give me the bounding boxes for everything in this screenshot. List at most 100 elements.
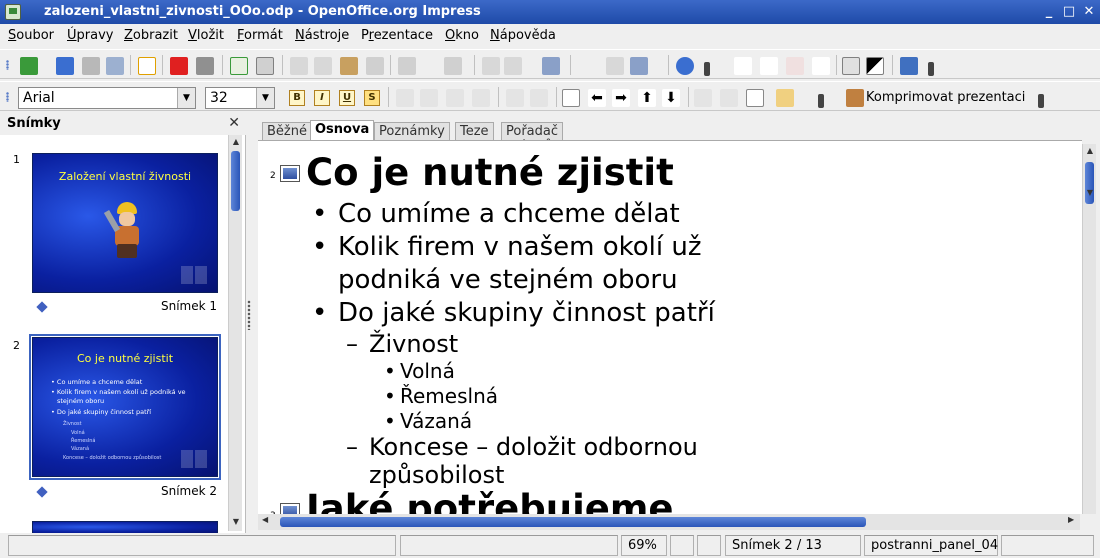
scroll-up-icon[interactable]: ▲: [229, 135, 243, 149]
scroll-left-icon[interactable]: ◀: [262, 515, 268, 524]
menu-okno[interactable]: Okno: [445, 28, 479, 43]
align-right-icon[interactable]: [446, 89, 464, 107]
slide-thumbnail-2[interactable]: Co je nutné zjistit • Co umíme a chceme …: [29, 334, 221, 480]
status-layout[interactable]: postranni_panel_04: [864, 535, 998, 556]
outline-view[interactable]: 2 Co je nutné zjistit • Co umíme a chcem…: [258, 140, 1082, 514]
slideshow-icon[interactable]: [900, 57, 918, 75]
scroll-right-icon[interactable]: ▶: [1068, 515, 1074, 524]
shadow-button[interactable]: S: [364, 90, 380, 106]
outline-bullet[interactable]: •: [312, 298, 327, 328]
outline-item[interactable]: Vázaná: [400, 409, 472, 433]
chart-icon[interactable]: [482, 57, 500, 75]
toolbar-overflow-icon-3[interactable]: [818, 94, 824, 108]
slide-icon[interactable]: [280, 165, 300, 182]
arrow-down-icon[interactable]: ⬇: [662, 89, 680, 107]
toolbar-grip-icon-2[interactable]: [6, 92, 9, 102]
font-name-combo[interactable]: Arial ▼: [18, 87, 196, 109]
minimize-icon[interactable]: _: [1040, 3, 1058, 21]
undo-icon[interactable]: [398, 57, 416, 75]
outline-format-icon[interactable]: [812, 57, 830, 75]
email-icon[interactable]: [106, 57, 124, 75]
outline-vertical-scrollbar[interactable]: ▲ ▼: [1082, 144, 1096, 514]
outline-bullet[interactable]: •: [312, 232, 327, 262]
outline-item[interactable]: Živnost: [369, 330, 458, 358]
copy-icon[interactable]: [314, 57, 332, 75]
toolbar-overflow-icon-2[interactable]: [928, 62, 934, 76]
paragraph-icon[interactable]: [720, 89, 738, 107]
outline-title[interactable]: Jaké potřebujeme: [306, 487, 674, 514]
status-zoom[interactable]: 69%: [621, 535, 667, 556]
outline-horizontal-scrollbar[interactable]: ◀ ▶: [258, 514, 1080, 530]
autospellcheck-icon[interactable]: [256, 57, 274, 75]
outline-item[interactable]: Co umíme a chceme dělat: [338, 199, 680, 229]
outline-bullet[interactable]: •: [312, 199, 327, 229]
edit-file-icon[interactable]: [138, 57, 156, 75]
outline-item[interactable]: Kolik firem v našem okolí už: [338, 232, 702, 262]
outline-bullet[interactable]: •: [384, 409, 396, 433]
toolbar-overflow-icon-4[interactable]: [1038, 94, 1044, 108]
status-insert-mode[interactable]: [670, 535, 694, 556]
bullets-numbering-icon[interactable]: [746, 89, 764, 107]
toolbar-grip-icon[interactable]: [6, 60, 9, 70]
list-icon[interactable]: [760, 57, 778, 75]
compress-presentation-button[interactable]: Komprimovat prezentaci: [866, 90, 1025, 105]
list-bullets-icon[interactable]: [734, 57, 752, 75]
chevron-down-icon[interactable]: ▼: [177, 88, 195, 108]
align-center-icon[interactable]: [420, 89, 438, 107]
slide-thumbnail-1[interactable]: Založení vlastní živnosti: [32, 153, 218, 293]
maximize-icon[interactable]: □: [1060, 3, 1078, 21]
slide-icon[interactable]: [280, 503, 300, 514]
impress-app-icon[interactable]: [5, 4, 21, 20]
clone-format-icon[interactable]: [366, 57, 384, 75]
scroll-down-icon[interactable]: ▼: [1083, 186, 1097, 200]
table-icon[interactable]: [504, 57, 522, 75]
export-pdf-icon[interactable]: [170, 57, 188, 75]
highlight-icon[interactable]: [776, 89, 794, 107]
menu-prezentace[interactable]: Prezentace: [361, 28, 433, 43]
ltr-icon[interactable]: [506, 89, 524, 107]
help-icon[interactable]: [676, 57, 694, 75]
outline-item[interactable]: Do jaké skupiny činnost patří: [338, 298, 715, 328]
slides-scroll-thumb[interactable]: [231, 151, 240, 211]
black-white-icon[interactable]: [866, 57, 884, 75]
rtl-icon[interactable]: [530, 89, 548, 107]
menu-napoveda[interactable]: Nápověda: [490, 28, 556, 43]
zoom-icon[interactable]: [630, 57, 648, 75]
toolbar-overflow-icon[interactable]: [704, 62, 710, 76]
redo-icon[interactable]: [444, 57, 462, 75]
menu-soubor[interactable]: Soubor: [8, 28, 54, 43]
arrow-right-icon[interactable]: ➡: [612, 89, 630, 107]
tab-bezne[interactable]: Běžné: [262, 122, 312, 141]
bold-button[interactable]: B: [289, 90, 305, 106]
scroll-up-icon[interactable]: ▲: [1083, 144, 1097, 158]
formatting-icon[interactable]: [842, 57, 860, 75]
italic-button[interactable]: I: [314, 90, 330, 106]
new-document-icon[interactable]: [20, 57, 38, 75]
paste-icon[interactable]: [340, 57, 358, 75]
character-icon[interactable]: [694, 89, 712, 107]
outline-item[interactable]: Volná: [400, 359, 455, 383]
slides-pane-scrollbar[interactable]: ▲ ▼: [228, 135, 242, 531]
arrow-up-icon[interactable]: ⬆: [638, 89, 656, 107]
tab-poradac-snimku[interactable]: Pořadač snímků: [501, 122, 564, 154]
outline-title[interactable]: Co je nutné zjistit: [306, 151, 674, 194]
slide-thumbnail-3[interactable]: [32, 521, 218, 533]
outline-dash[interactable]: –: [346, 330, 358, 358]
outline-hscroll-thumb[interactable]: [280, 517, 866, 527]
align-left-icon[interactable]: [396, 89, 414, 107]
underline-button[interactable]: U: [339, 90, 355, 106]
tab-osnova[interactable]: Osnova: [310, 120, 375, 141]
bullets-toggle-icon[interactable]: [562, 89, 580, 107]
outline-bullet[interactable]: •: [384, 384, 396, 408]
delete-format-icon[interactable]: [786, 57, 804, 75]
justify-icon[interactable]: [472, 89, 490, 107]
outline-item[interactable]: Řemeslná: [400, 384, 498, 408]
menu-zobrazit[interactable]: Zobrazit: [124, 28, 178, 43]
font-size-combo[interactable]: 32 ▼: [205, 87, 275, 109]
chevron-down-icon-2[interactable]: ▼: [256, 88, 274, 108]
menu-format[interactable]: Formát: [237, 28, 283, 43]
compress-icon[interactable]: [846, 89, 864, 107]
navigator-icon[interactable]: [606, 57, 624, 75]
menu-nastroje[interactable]: Nástroje: [295, 28, 349, 43]
tab-teze[interactable]: Teze: [455, 122, 494, 141]
